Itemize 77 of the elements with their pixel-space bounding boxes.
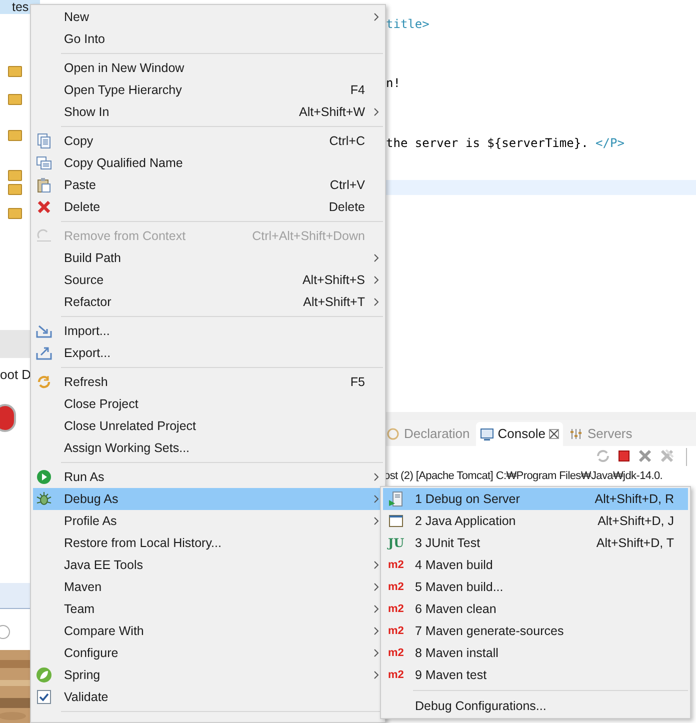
- menu-item[interactable]: JU 3 JUnit Test Alt+Shift+D, T: [383, 532, 688, 554]
- code-text: title>: [386, 16, 430, 32]
- code-text: </P>: [596, 135, 624, 151]
- menu-item[interactable]: Go Into: [33, 28, 383, 50]
- error-icon: [0, 404, 16, 432]
- menu-item[interactable]: m2 7 Maven generate-sources: [383, 620, 688, 642]
- badge-icon: JU: [388, 534, 404, 552]
- delete-icon: [36, 199, 52, 215]
- menu-item[interactable]: 1 Debug on Server Alt+Shift+D, R: [383, 488, 688, 510]
- menu-item[interactable]: Spring: [33, 664, 383, 686]
- menu-item[interactable]: Run As: [33, 466, 383, 488]
- badge-icon: m2: [388, 600, 404, 618]
- menu-item[interactable]: Import...: [33, 320, 383, 342]
- menu-item[interactable]: m2 4 Maven build: [383, 554, 688, 576]
- menu-item[interactable]: Assign Working Sets...: [33, 437, 383, 459]
- menu-item[interactable]: Copy Qualified Name: [33, 152, 383, 174]
- folder-icon: [8, 184, 22, 195]
- code-text: n!: [386, 75, 400, 91]
- window-icon: [388, 513, 404, 529]
- menu-item[interactable]: Configure: [33, 642, 383, 664]
- clipboard-icon: [36, 177, 52, 193]
- copy-icon: [36, 155, 52, 171]
- menu-item[interactable]: Source Alt+Shift+S: [33, 269, 383, 291]
- refresh-icon[interactable]: [596, 449, 610, 463]
- selected-bar: [0, 583, 30, 609]
- folder-icon: [8, 170, 22, 181]
- server-icon: [388, 491, 404, 507]
- badge-icon: m2: [388, 578, 404, 596]
- dialog-text: oot D: [0, 366, 32, 384]
- folder-icon: [8, 94, 22, 105]
- export-icon: [36, 345, 52, 361]
- menu-item[interactable]: Profile As: [33, 510, 383, 532]
- menu-item[interactable]: Refactor Alt+Shift+T: [33, 291, 383, 313]
- close-icon[interactable]: [549, 429, 560, 439]
- code-text: the server is ${serverTime}.: [386, 135, 590, 151]
- menu-item[interactable]: Close Unrelated Project: [33, 415, 383, 437]
- menu-item[interactable]: Paste Ctrl+V: [33, 174, 383, 196]
- menu-item[interactable]: m2 6 Maven clean: [383, 598, 688, 620]
- menu-item[interactable]: Delete Delete: [33, 196, 383, 218]
- copy-icon: [36, 133, 52, 149]
- menu-item[interactable]: Open Type Hierarchy F4: [33, 79, 383, 101]
- import-icon: [36, 323, 52, 339]
- menu-item[interactable]: Java EE Tools: [33, 554, 383, 576]
- menu-item[interactable]: Copy Ctrl+C: [33, 130, 383, 152]
- console-tab[interactable]: Console: [476, 422, 564, 446]
- leaf-icon: [36, 667, 52, 683]
- menu-item[interactable]: Restore from Local History...: [33, 532, 383, 554]
- menu-item[interactable]: Debug As: [33, 488, 383, 510]
- menu-item[interactable]: m2 8 Maven install: [383, 642, 688, 664]
- stop-icon[interactable]: [618, 450, 630, 462]
- remove-all-icon[interactable]: [660, 449, 674, 463]
- menu-item[interactable]: Export...: [33, 342, 383, 364]
- menu-item[interactable]: Team: [33, 598, 383, 620]
- badge-icon: m2: [388, 556, 404, 574]
- folder-icon: [8, 66, 22, 77]
- monitor-icon: [480, 427, 494, 441]
- menu-item[interactable]: Compare With: [33, 620, 383, 642]
- menu-item[interactable]: Validate: [33, 686, 383, 708]
- badge-icon: m2: [388, 644, 404, 662]
- menu-item[interactable]: Close Project: [33, 393, 383, 415]
- refresh-icon: [36, 374, 52, 390]
- menu-item[interactable]: Maven: [33, 576, 383, 598]
- menu-item[interactable]: 2 Java Application Alt+Shift+D, J: [383, 510, 688, 532]
- menu-item[interactable]: Build Path: [33, 247, 383, 269]
- badge-icon: m2: [388, 666, 404, 684]
- menu-item[interactable]: Debug Configurations...: [383, 695, 688, 717]
- folder-icon: [8, 208, 22, 219]
- menu-item[interactable]: m2 5 Maven build...: [383, 576, 688, 598]
- menu-item[interactable]: Open in New Window: [33, 57, 383, 79]
- menu-item[interactable]: Show In Alt+Shift+W: [33, 101, 383, 123]
- menu-item[interactable]: Refresh F5: [33, 371, 383, 393]
- folder-icon: [8, 130, 22, 141]
- bug-icon: [36, 491, 52, 507]
- run-icon: [36, 469, 52, 485]
- sliders-icon: [569, 427, 584, 441]
- menu-item[interactable]: m2 9 Maven test: [383, 664, 688, 686]
- badge-icon: m2: [388, 622, 404, 640]
